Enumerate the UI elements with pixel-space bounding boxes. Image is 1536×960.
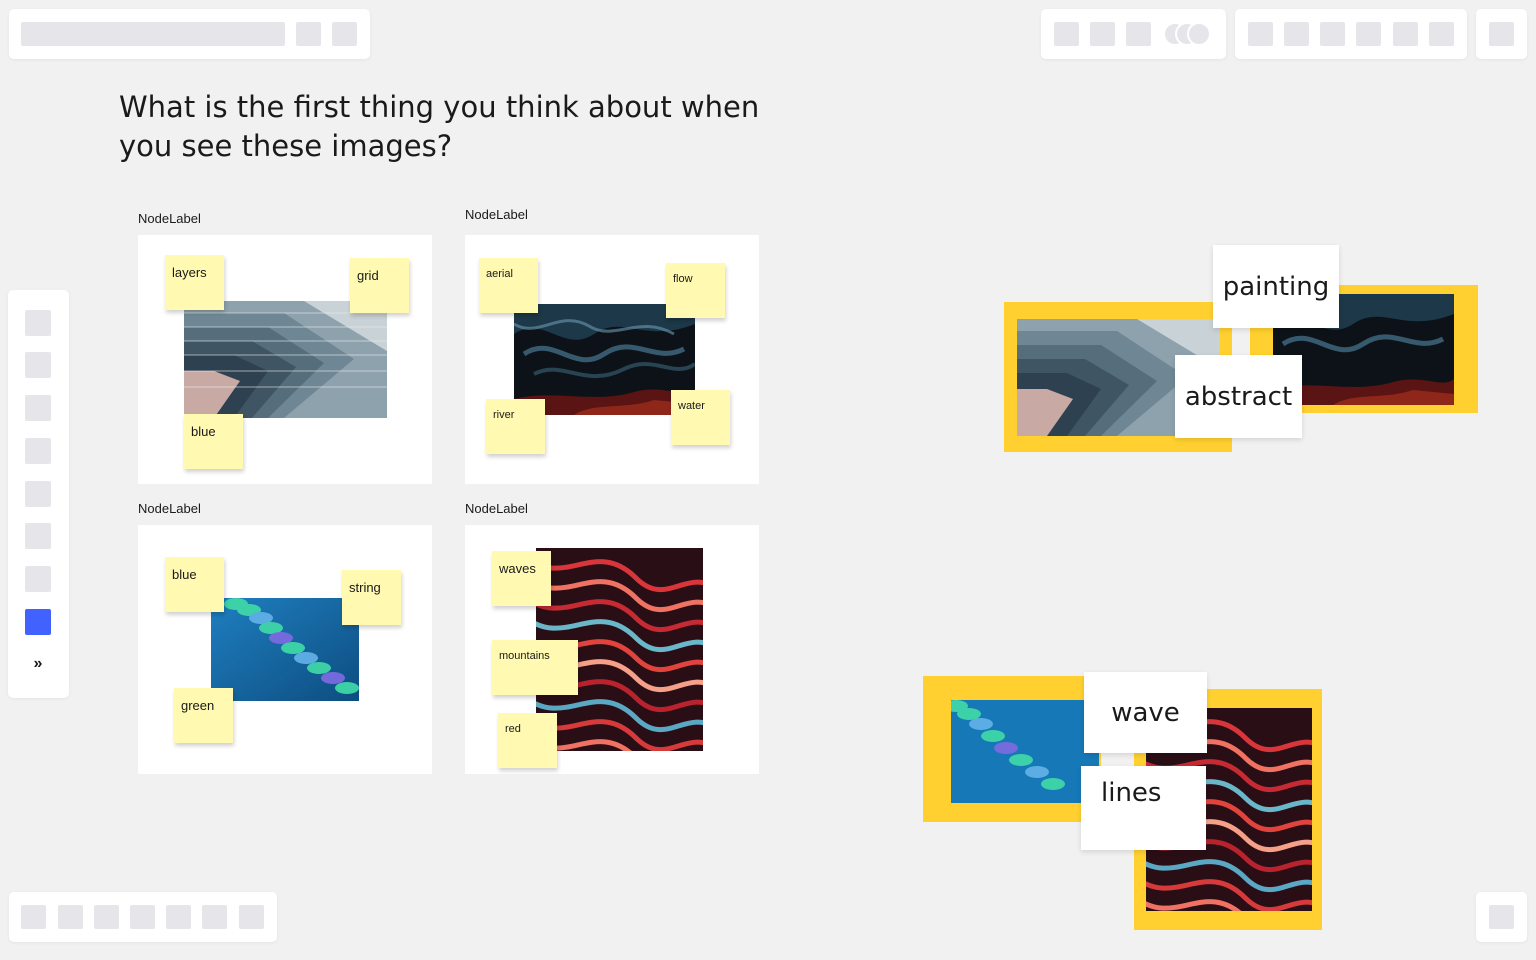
sticky-note[interactable]: string	[342, 570, 401, 625]
bottom-button-5[interactable]	[166, 905, 191, 929]
zoom-button[interactable]	[1489, 905, 1514, 929]
bottom-button-4[interactable]	[130, 905, 155, 929]
toolbar-button-1[interactable]	[1248, 22, 1273, 46]
sticky-note[interactable]: water	[671, 390, 730, 445]
menu-bar	[1476, 9, 1527, 59]
board-title-bar	[9, 9, 370, 59]
sticky-note[interactable]: blue	[165, 557, 224, 612]
zoom-bar	[1476, 892, 1527, 942]
bottom-toolbar	[9, 892, 277, 942]
select-tool[interactable]	[25, 310, 51, 336]
sticky-note[interactable]: blue	[184, 414, 243, 469]
shape-tool[interactable]	[25, 438, 51, 464]
word-card-painting[interactable]: painting	[1213, 245, 1339, 328]
board-menu-button[interactable]	[296, 22, 321, 46]
voting-button[interactable]	[1126, 22, 1151, 46]
expand-chevron-icon[interactable]: »	[25, 652, 51, 676]
bottom-button-6[interactable]	[202, 905, 227, 929]
toolbar-button-2[interactable]	[1284, 22, 1309, 46]
frame-waves[interactable]: waves mountains red	[465, 525, 759, 774]
reactions-button[interactable]	[1054, 22, 1079, 46]
question-heading: What is the first thing you think about …	[119, 90, 760, 163]
word-card-lines[interactable]: lines	[1081, 766, 1206, 850]
board-title[interactable]	[21, 22, 285, 46]
pen-tool[interactable]	[25, 523, 51, 549]
toolbar-button-6[interactable]	[1429, 22, 1454, 46]
sticky-note[interactable]: green	[174, 688, 233, 743]
frame-label: NodeLabel	[138, 501, 201, 516]
word-card-abstract[interactable]: abstract	[1175, 355, 1302, 438]
toolbar-button-3[interactable]	[1320, 22, 1345, 46]
frame-tool[interactable]	[25, 566, 51, 592]
connector-tool[interactable]	[25, 481, 51, 507]
frame-label: NodeLabel	[138, 211, 201, 226]
avatar	[1187, 22, 1211, 46]
sticky-note[interactable]: flow	[666, 263, 725, 318]
active-tool[interactable]	[25, 609, 51, 635]
spiral-image[interactable]	[951, 700, 1099, 803]
bottom-button-3[interactable]	[94, 905, 119, 929]
frame-layers[interactable]: layers grid blue	[138, 235, 432, 484]
sticky-note[interactable]: grid	[350, 258, 409, 313]
frame-label: NodeLabel	[465, 501, 528, 516]
toolbar-button-4[interactable]	[1356, 22, 1381, 46]
bottom-button-1[interactable]	[21, 905, 46, 929]
sticky-note-tool[interactable]	[25, 395, 51, 421]
sticky-note[interactable]: mountains	[492, 640, 578, 695]
sticky-note[interactable]: aerial	[479, 258, 538, 313]
menu-button[interactable]	[1489, 22, 1514, 46]
avatar-group[interactable]	[1163, 22, 1213, 46]
frame-spiral[interactable]: blue string green	[138, 525, 432, 774]
sticky-note[interactable]: red	[498, 713, 557, 768]
bottom-button-7[interactable]	[239, 905, 264, 929]
share-icon-button[interactable]	[332, 22, 357, 46]
frame-smoke[interactable]: aerial flow river water	[465, 235, 759, 484]
share-bar	[1235, 9, 1467, 59]
timer-button[interactable]	[1090, 22, 1115, 46]
sticky-note[interactable]: waves	[492, 551, 551, 606]
toolbar-button-5[interactable]	[1393, 22, 1418, 46]
sticky-note[interactable]: river	[486, 399, 545, 454]
collaboration-bar	[1041, 9, 1226, 59]
layers-image[interactable]	[184, 301, 387, 418]
word-card-wave[interactable]: wave	[1084, 672, 1207, 753]
text-tool[interactable]	[25, 352, 51, 378]
sticky-note[interactable]: layers	[165, 255, 224, 310]
frame-label: NodeLabel	[465, 207, 528, 222]
bottom-button-2[interactable]	[58, 905, 83, 929]
spiral-image[interactable]	[211, 598, 359, 701]
